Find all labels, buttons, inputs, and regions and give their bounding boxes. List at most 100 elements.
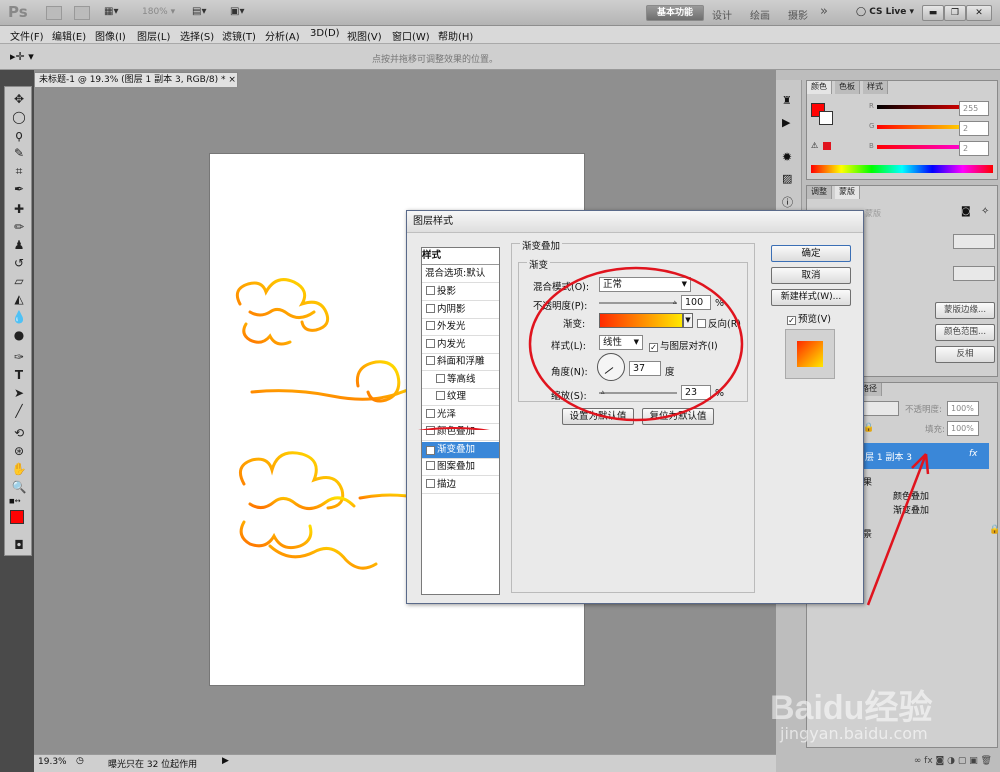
style-item-checkbox[interactable]: ✓: [426, 445, 435, 455]
line-tool-icon[interactable]: ╱: [9, 403, 29, 419]
history-brush-tool-icon[interactable]: ↺: [9, 255, 29, 271]
status-icon[interactable]: ◷: [76, 756, 84, 766]
crop-tool-icon[interactable]: ⌗: [9, 163, 29, 179]
style-item[interactable]: ✓ 渐变叠加: [422, 441, 499, 459]
document-tab[interactable]: 未标题-1 @ 19.3% (图层 1 副本 3, RGB/8) * ×: [34, 72, 238, 87]
status-zoom[interactable]: 19.3%: [38, 757, 67, 767]
style-item-checkbox[interactable]: [426, 461, 435, 470]
history-icon[interactable]: ♜: [782, 94, 792, 107]
menu-window[interactable]: 窗口(W): [392, 28, 430, 43]
menu-filter[interactable]: 滤镜(T): [222, 28, 256, 43]
workspace-design-button[interactable]: 设计: [712, 7, 732, 22]
r-label: R: [869, 102, 874, 110]
tab-styles[interactable]: 样式: [863, 81, 888, 94]
blur-tool-icon[interactable]: 💧: [9, 309, 29, 325]
zoom-tool-icon[interactable]: 🔍: [9, 479, 29, 495]
type-tool-icon[interactable]: T: [9, 367, 29, 383]
close-window-button[interactable]: ✕: [966, 5, 992, 21]
brush-presets-icon[interactable]: ✹: [782, 150, 792, 164]
close-document-icon[interactable]: ×: [228, 75, 236, 85]
density-field[interactable]: [953, 234, 995, 249]
b-value[interactable]: 2: [959, 141, 989, 156]
clone-source-icon[interactable]: ▨: [782, 172, 792, 185]
vector-mask-icon[interactable]: ✧: [981, 206, 989, 217]
minimize-button[interactable]: ▬: [922, 5, 944, 21]
layers-opacity-label: 不透明度:: [905, 405, 942, 415]
layers-footer-icons[interactable]: ∞ fx ◙ ◑ ▢ ▣ 🗑: [806, 752, 998, 770]
stamp-tool-icon[interactable]: ♟: [9, 237, 29, 253]
hand-tool-icon[interactable]: ✋: [9, 461, 29, 477]
style-item[interactable]: 图案叠加: [422, 459, 499, 476]
foreground-color-swatch[interactable]: [10, 510, 24, 524]
layers-fill-field[interactable]: 100%: [947, 421, 979, 436]
mask-edge-button[interactable]: 蒙版边缘...: [935, 302, 995, 319]
menu-layer[interactable]: 图层(L): [137, 28, 170, 43]
feather-field[interactable]: [953, 266, 995, 281]
pen-tool-icon[interactable]: ✑: [9, 349, 29, 365]
app-logo: Ps: [8, 3, 28, 21]
invert-button[interactable]: 反相: [935, 346, 995, 363]
quick-select-tool-icon[interactable]: ✎: [9, 145, 29, 161]
status-menu-arrow-icon[interactable]: ▶: [222, 756, 229, 766]
brush-tool-icon[interactable]: ✏: [9, 219, 29, 235]
eraser-tool-icon[interactable]: ▱: [9, 273, 29, 289]
new-style-button[interactable]: 新建样式(W)...: [771, 289, 851, 306]
blend-mode-select[interactable]: [863, 401, 899, 416]
quick-mask-icon[interactable]: ◘: [9, 537, 29, 553]
style-item[interactable]: 描边: [422, 477, 499, 494]
more-workspaces-button[interactable]: »: [820, 4, 828, 19]
pixel-mask-icon[interactable]: ◙: [961, 206, 971, 217]
arrange-docs-icon[interactable]: ▤▾: [192, 6, 206, 17]
mini-bridge-icon[interactable]: [74, 6, 90, 20]
healing-brush-tool-icon[interactable]: ✚: [9, 201, 29, 217]
tab-color[interactable]: 颜色: [807, 81, 832, 94]
3d-orbit-tool-icon[interactable]: ⊛: [9, 443, 29, 459]
dodge-tool-icon[interactable]: ●: [9, 327, 29, 343]
tab-swatches[interactable]: 色板: [835, 81, 860, 94]
style-item-checkbox[interactable]: [426, 478, 435, 488]
lasso-tool-icon[interactable]: ϙ: [9, 127, 29, 143]
menu-view[interactable]: 视图(V): [347, 28, 382, 43]
view-extras-icon[interactable]: ▦▾: [104, 6, 126, 20]
gamut-swatch[interactable]: [823, 142, 831, 150]
cs-live-button[interactable]: ◯ CS Live ▾: [856, 7, 914, 17]
info-icon[interactable]: ⓘ: [782, 194, 793, 210]
path-select-tool-icon[interactable]: ➤: [9, 385, 29, 401]
fx-icon[interactable]: fx: [969, 449, 978, 459]
workspace-painting-button[interactable]: 绘画: [750, 7, 770, 22]
tab-masks[interactable]: 蒙版: [835, 186, 860, 199]
lock-icon[interactable]: 🔒: [863, 423, 874, 433]
preview-checkbox[interactable]: ✓ 预览(V): [787, 311, 831, 325]
zoom-dropdown[interactable]: 180% ▾: [142, 7, 175, 17]
menu-image[interactable]: 图像(I): [95, 28, 126, 43]
workspace-essentials-button[interactable]: 基本功能: [646, 5, 704, 21]
move-tool-preset-icon[interactable]: ▸✛ ▾: [10, 50, 34, 63]
menu-analysis[interactable]: 分析(A): [265, 28, 300, 43]
marquee-tool-icon[interactable]: ◯: [9, 109, 29, 125]
ok-button[interactable]: 确定: [771, 245, 851, 262]
restore-button[interactable]: ❐: [944, 5, 966, 21]
layers-opacity-field[interactable]: 100%: [947, 401, 979, 416]
screen-mode-icon[interactable]: ▣▾: [230, 6, 244, 17]
actions-icon[interactable]: ▶: [782, 116, 790, 129]
bridge-icon[interactable]: [46, 6, 62, 20]
eyedropper-tool-icon[interactable]: ✒: [9, 181, 29, 197]
color-ramp[interactable]: [811, 165, 993, 173]
move-tool-icon[interactable]: ✥: [9, 91, 29, 107]
tab-adjustments[interactable]: 调整: [807, 186, 832, 199]
color-range-button[interactable]: 颜色范围...: [935, 324, 995, 341]
r-value[interactable]: 255: [959, 101, 989, 116]
paint-bucket-tool-icon[interactable]: ◭: [9, 291, 29, 307]
g-value[interactable]: 2: [959, 121, 989, 136]
workspace-photo-button[interactable]: 摄影: [788, 7, 808, 22]
menu-3d[interactable]: 3D(D): [310, 28, 340, 39]
menu-select[interactable]: 选择(S): [180, 28, 214, 43]
cancel-button[interactable]: 取消: [771, 267, 851, 284]
panel-bg-swatch[interactable]: [819, 111, 833, 125]
menu-file[interactable]: 文件(F): [10, 28, 44, 43]
gamut-warning-icon[interactable]: ⚠: [811, 141, 818, 150]
menu-edit[interactable]: 编辑(E): [52, 28, 86, 43]
default-colors-icon[interactable]: ◼↔: [9, 497, 21, 505]
3d-rotate-tool-icon[interactable]: ⟲: [9, 425, 29, 441]
menu-help[interactable]: 帮助(H): [438, 28, 473, 43]
